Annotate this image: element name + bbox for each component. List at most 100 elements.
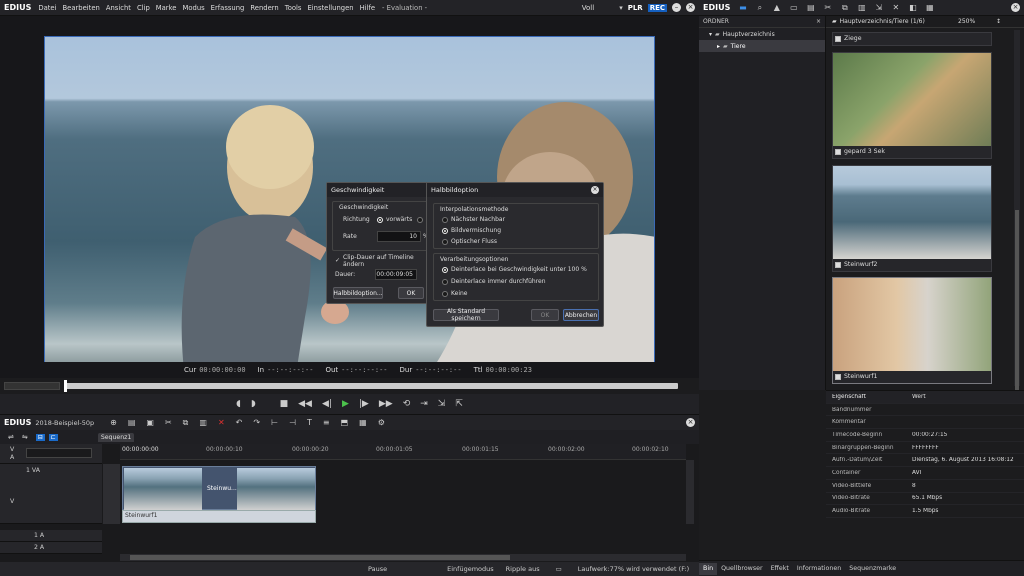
interp-option-optical-flow[interactable]: Optischer Fluss	[442, 236, 497, 247]
play-icon[interactable]: ▶	[342, 399, 349, 409]
proc-option-none[interactable]: Keine	[442, 288, 468, 299]
step-back-icon[interactable]: ◀|	[322, 399, 332, 409]
copy-icon[interactable]: ⧉	[840, 3, 849, 12]
folder-tree-icon[interactable]: ▬	[738, 3, 747, 12]
stop-icon[interactable]: ■	[280, 399, 289, 409]
status-insert-mode[interactable]: Einfügemodus	[447, 565, 494, 573]
cancel-button[interactable]: Abbrechen	[563, 309, 599, 321]
trim-icon[interactable]: ⊢	[271, 418, 278, 428]
tab-sequence1[interactable]: Sequenz1	[97, 432, 135, 442]
folder-tiere[interactable]: ▸ ▰ Tiere	[699, 40, 825, 52]
expand-icon[interactable]: ▸	[717, 43, 720, 50]
export-icon[interactable]: ⇱	[455, 399, 463, 409]
bin-zoom[interactable]: 250%	[958, 18, 975, 25]
shuttle-slider[interactable]	[4, 382, 60, 390]
audio-clip[interactable]: Steinwurf1	[122, 510, 316, 523]
mixer-icon[interactable]: ≡	[323, 418, 330, 428]
open-folder-icon[interactable]: ▭	[789, 3, 798, 12]
properties-icon[interactable]: ◧	[908, 3, 917, 12]
step-forward-icon[interactable]: |▶	[359, 399, 369, 409]
tab-source-browser[interactable]: Quellbrowser	[717, 563, 767, 575]
track-zoom-select[interactable]	[26, 448, 92, 458]
menu-datei[interactable]: Datei	[35, 4, 59, 12]
menu-tools[interactable]: Tools	[282, 4, 305, 12]
close-icon[interactable]: ×	[816, 18, 821, 25]
plr-button[interactable]: PLR	[628, 4, 643, 12]
mode-icon[interactable]: ⇌	[8, 433, 14, 441]
overwrite-icon[interactable]: ⇲	[438, 399, 446, 409]
menu-bearbeiten[interactable]: Bearbeiten	[59, 4, 102, 12]
tab-information[interactable]: Informationen	[793, 563, 845, 575]
position-bar[interactable]	[64, 383, 678, 389]
close-icon[interactable]: ×	[591, 186, 599, 194]
rate-input[interactable]: 10	[377, 231, 421, 242]
rewind-icon[interactable]: ◀◀	[298, 399, 312, 409]
paste-icon[interactable]: ▥	[199, 418, 207, 428]
add-clip-icon[interactable]: ▤	[806, 3, 815, 12]
interp-option-nearest[interactable]: Nächster Nachbar	[442, 214, 505, 225]
duration-input[interactable]: 00:00:09:05	[375, 269, 417, 280]
menu-marke[interactable]: Marke	[153, 4, 180, 12]
set-out-icon[interactable]: ◗	[251, 399, 256, 409]
loop-icon[interactable]: ⟲	[403, 399, 411, 409]
proc-option-always[interactable]: Deinterlace immer durchführen	[442, 276, 546, 287]
group-icon[interactable]: ⊏	[48, 433, 58, 441]
menu-modus[interactable]: Modus	[179, 4, 207, 12]
insert-icon[interactable]: ⇥	[420, 399, 428, 409]
rec-button[interactable]: REC	[647, 3, 667, 12]
checkbox-icon[interactable]	[835, 35, 841, 42]
bin-scrollbar[interactable]	[1014, 30, 1020, 390]
clip-duration-checkbox[interactable]: ✓ Clip-Dauer auf Timeline ändern	[335, 254, 429, 268]
vertical-scrollbar[interactable]	[686, 460, 694, 524]
delete-icon[interactable]: ✕	[891, 3, 900, 12]
marker-icon[interactable]: ▦	[359, 418, 367, 428]
paste-icon[interactable]: ▥	[857, 3, 866, 12]
title-icon[interactable]: T	[307, 418, 312, 428]
track-patch[interactable]	[103, 464, 120, 524]
view-icon[interactable]: ▦	[925, 3, 934, 12]
menu-erfassung[interactable]: Erfassung	[208, 4, 248, 12]
render-icon[interactable]: ⬒	[341, 418, 349, 428]
menu-hilfe[interactable]: Hilfe	[357, 4, 378, 12]
field-ok-button[interactable]: OK	[531, 309, 559, 321]
fast-forward-icon[interactable]: ▶▶	[379, 399, 393, 409]
menu-einstellungen[interactable]: Einstellungen	[304, 4, 356, 12]
interp-option-blend[interactable]: Bildvermischung	[442, 225, 501, 236]
new-sequence-icon[interactable]: ⊕	[110, 418, 117, 428]
tab-sequence-marker[interactable]: Sequenzmarke	[845, 563, 900, 575]
clip-thumb-steinwurf2[interactable]: Steinwurf2	[832, 165, 992, 272]
delete-icon[interactable]: ✕	[218, 418, 225, 428]
sync-icon[interactable]: ⊟	[35, 433, 45, 441]
copy-icon[interactable]: ⧉	[183, 418, 189, 428]
menu-clip[interactable]: Clip	[134, 4, 153, 12]
direction-forward-radio[interactable]: vorwärts	[377, 214, 412, 225]
tab-bin[interactable]: Bin	[699, 562, 718, 575]
clip-thumb-ziege[interactable]: Ziege	[832, 32, 992, 46]
save-default-button[interactable]: Als Standard speichern	[433, 308, 499, 322]
zoom-slider-icon[interactable]: ↕	[996, 18, 1001, 25]
split-icon[interactable]: ⊣	[289, 418, 296, 428]
add-to-timeline-icon[interactable]: ⇲	[874, 3, 883, 12]
folder-root[interactable]: ▾ ▰ Hauptverzeichnis	[699, 28, 825, 40]
video-clip[interactable]: Steinwu...	[122, 466, 316, 510]
proc-option-below-100[interactable]: Deinterlace bei Geschwindigkeit unter 10…	[442, 264, 587, 275]
checkbox-icon[interactable]	[835, 373, 841, 380]
view-mode-select[interactable]: Voll	[582, 4, 594, 12]
cut-icon[interactable]: ✂	[823, 3, 832, 12]
speed-ok-button[interactable]: OK	[398, 287, 424, 299]
search-icon[interactable]: ⌕	[755, 3, 764, 12]
close-icon[interactable]: ×	[686, 3, 695, 12]
checkbox-icon[interactable]	[835, 261, 841, 268]
undo-icon[interactable]: ↶	[236, 418, 243, 428]
collapse-icon[interactable]: ▾	[709, 31, 712, 38]
snap-icon[interactable]: ⇋	[22, 433, 28, 441]
status-ripple[interactable]: Ripple aus	[506, 565, 540, 573]
field-option-button[interactable]: Halbbildoption...	[333, 287, 383, 299]
horizontal-scrollbar[interactable]	[120, 554, 686, 561]
save-icon[interactable]: ▣	[146, 418, 154, 428]
redo-icon[interactable]: ↷	[253, 418, 260, 428]
open-icon[interactable]: ▤	[128, 418, 136, 428]
close-icon[interactable]: ×	[686, 418, 695, 427]
set-in-icon[interactable]: ◖	[236, 399, 241, 409]
close-icon[interactable]: ×	[1011, 3, 1020, 12]
